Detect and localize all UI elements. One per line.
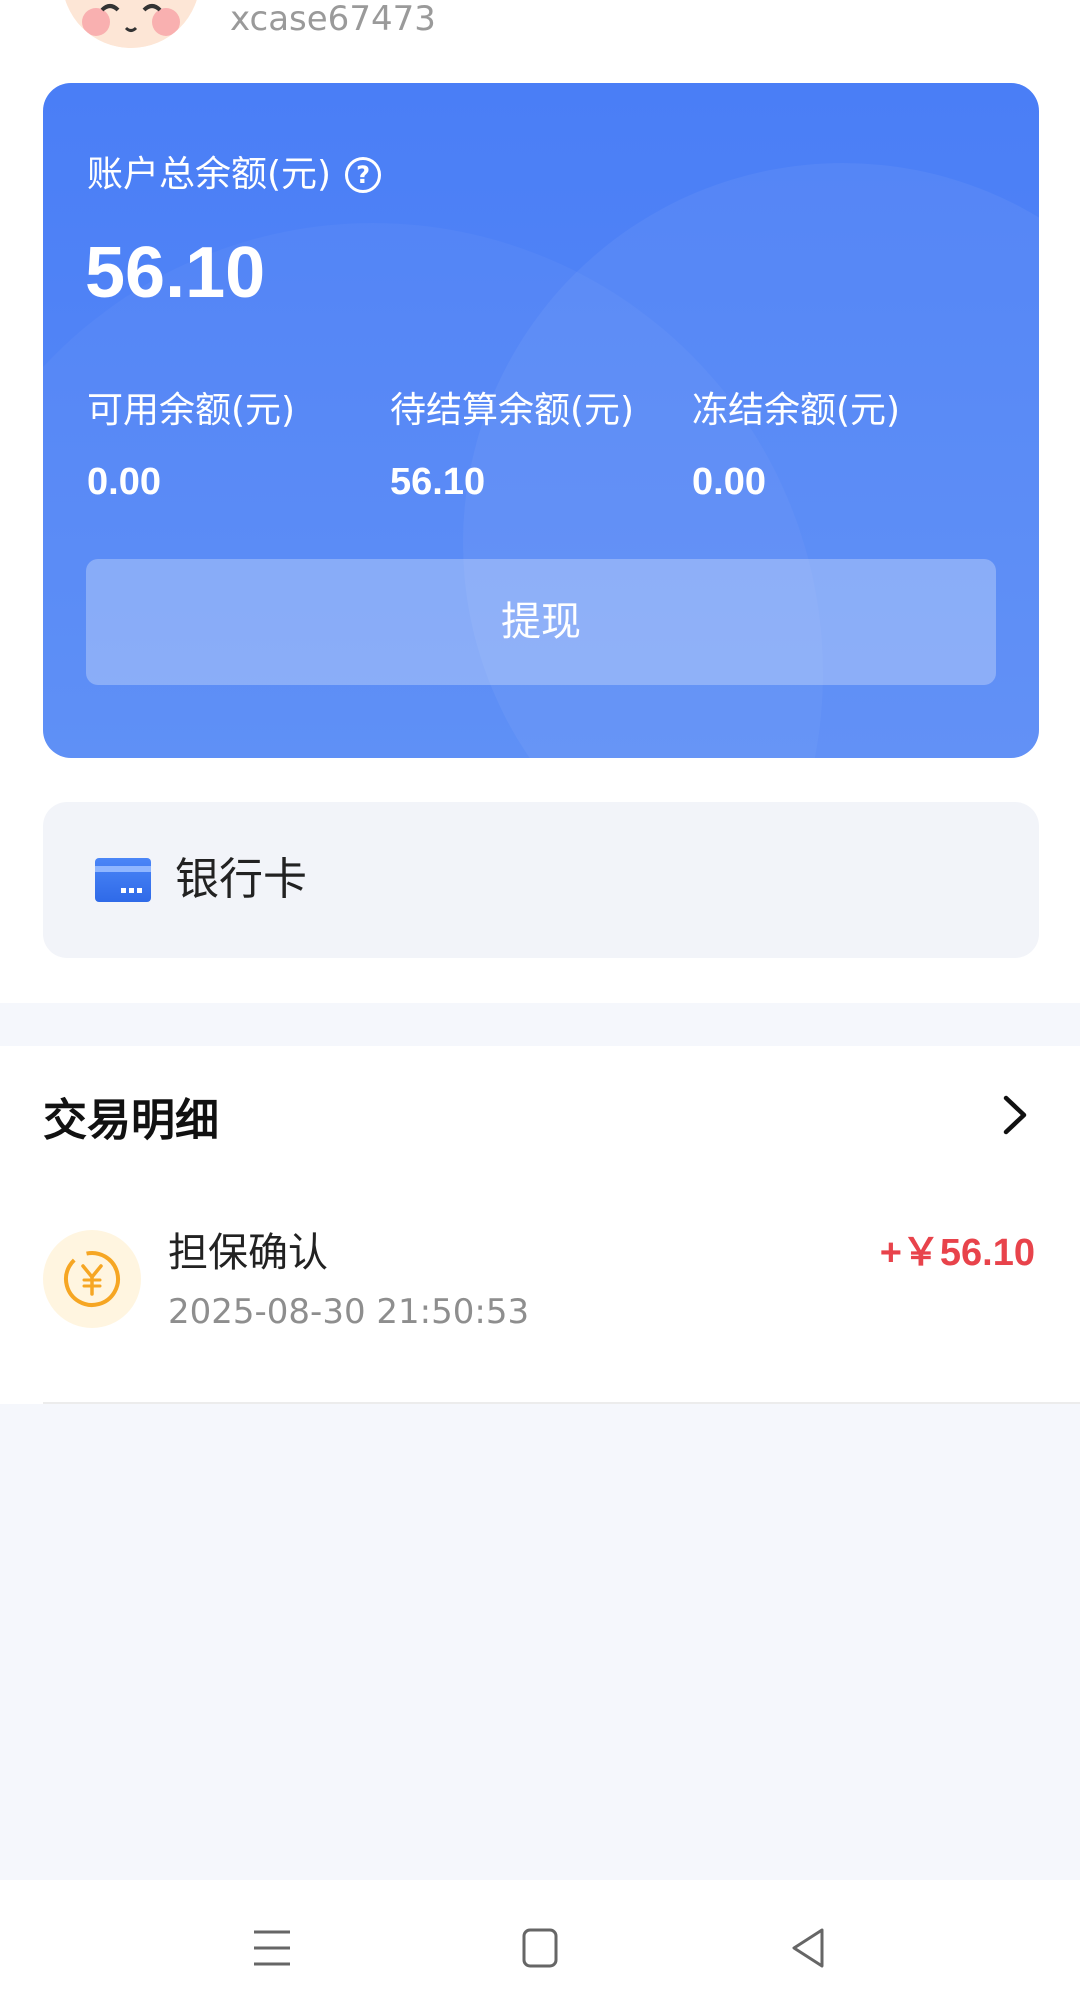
frozen-balance-value: 0.00 <box>692 461 766 503</box>
home-icon[interactable] <box>510 1920 570 1976</box>
total-balance-label: 账户总余额(元) <box>87 154 332 195</box>
transaction-item[interactable]: 担保确认 2025-08-30 21:50:53 +￥56.10 <box>43 1230 1043 1360</box>
username: xcase67473 <box>230 0 436 39</box>
total-balance-label-row: 账户总余额(元) ? <box>87 154 382 195</box>
pending-balance: 待结算余额(元) 56.10 <box>390 390 635 504</box>
help-icon[interactable]: ? <box>345 157 382 193</box>
system-nav-bar <box>0 1880 1080 2011</box>
avatar[interactable] <box>62 0 200 48</box>
pending-balance-value: 56.10 <box>390 461 486 503</box>
back-icon[interactable] <box>778 1920 838 1976</box>
pending-balance-label: 待结算余额(元) <box>390 390 635 431</box>
balance-card: 账户总余额(元) ? 56.10 可用余额(元) 0.00 待结算余额(元) 5… <box>43 83 1039 758</box>
transaction-amount: +￥56.10 <box>879 1232 1035 1274</box>
bank-card-entry[interactable]: 银行卡 <box>43 802 1039 958</box>
transaction-title: 担保确认 <box>168 1230 328 1276</box>
chevron-right-icon[interactable] <box>996 1090 1036 1140</box>
transactions-section: 交易明细 担保确认 2025-08-30 21:50:53 +￥56.10 <box>0 1046 1080 1404</box>
available-balance: 可用余额(元) 0.00 <box>87 390 296 504</box>
frozen-balance: 冻结余额(元) 0.00 <box>692 390 901 504</box>
yuan-coin-icon <box>43 1230 141 1328</box>
wallet-top-section: xcase67473 账户总余额(元) ? 56.10 可用余额(元) 0.00… <box>0 0 1080 1003</box>
available-balance-value: 0.00 <box>87 461 161 503</box>
bank-card-icon <box>95 858 151 902</box>
total-balance-value: 56.10 <box>85 233 266 313</box>
divider <box>43 1402 1080 1404</box>
menu-icon[interactable] <box>242 1920 302 1976</box>
bank-card-label: 银行卡 <box>175 854 307 905</box>
withdraw-button[interactable]: 提现 <box>86 559 996 685</box>
frozen-balance-label: 冻结余额(元) <box>692 390 901 431</box>
transactions-title: 交易明细 <box>43 1095 219 1146</box>
transaction-time: 2025-08-30 21:50:53 <box>168 1292 530 1332</box>
available-balance-label: 可用余额(元) <box>87 390 296 431</box>
